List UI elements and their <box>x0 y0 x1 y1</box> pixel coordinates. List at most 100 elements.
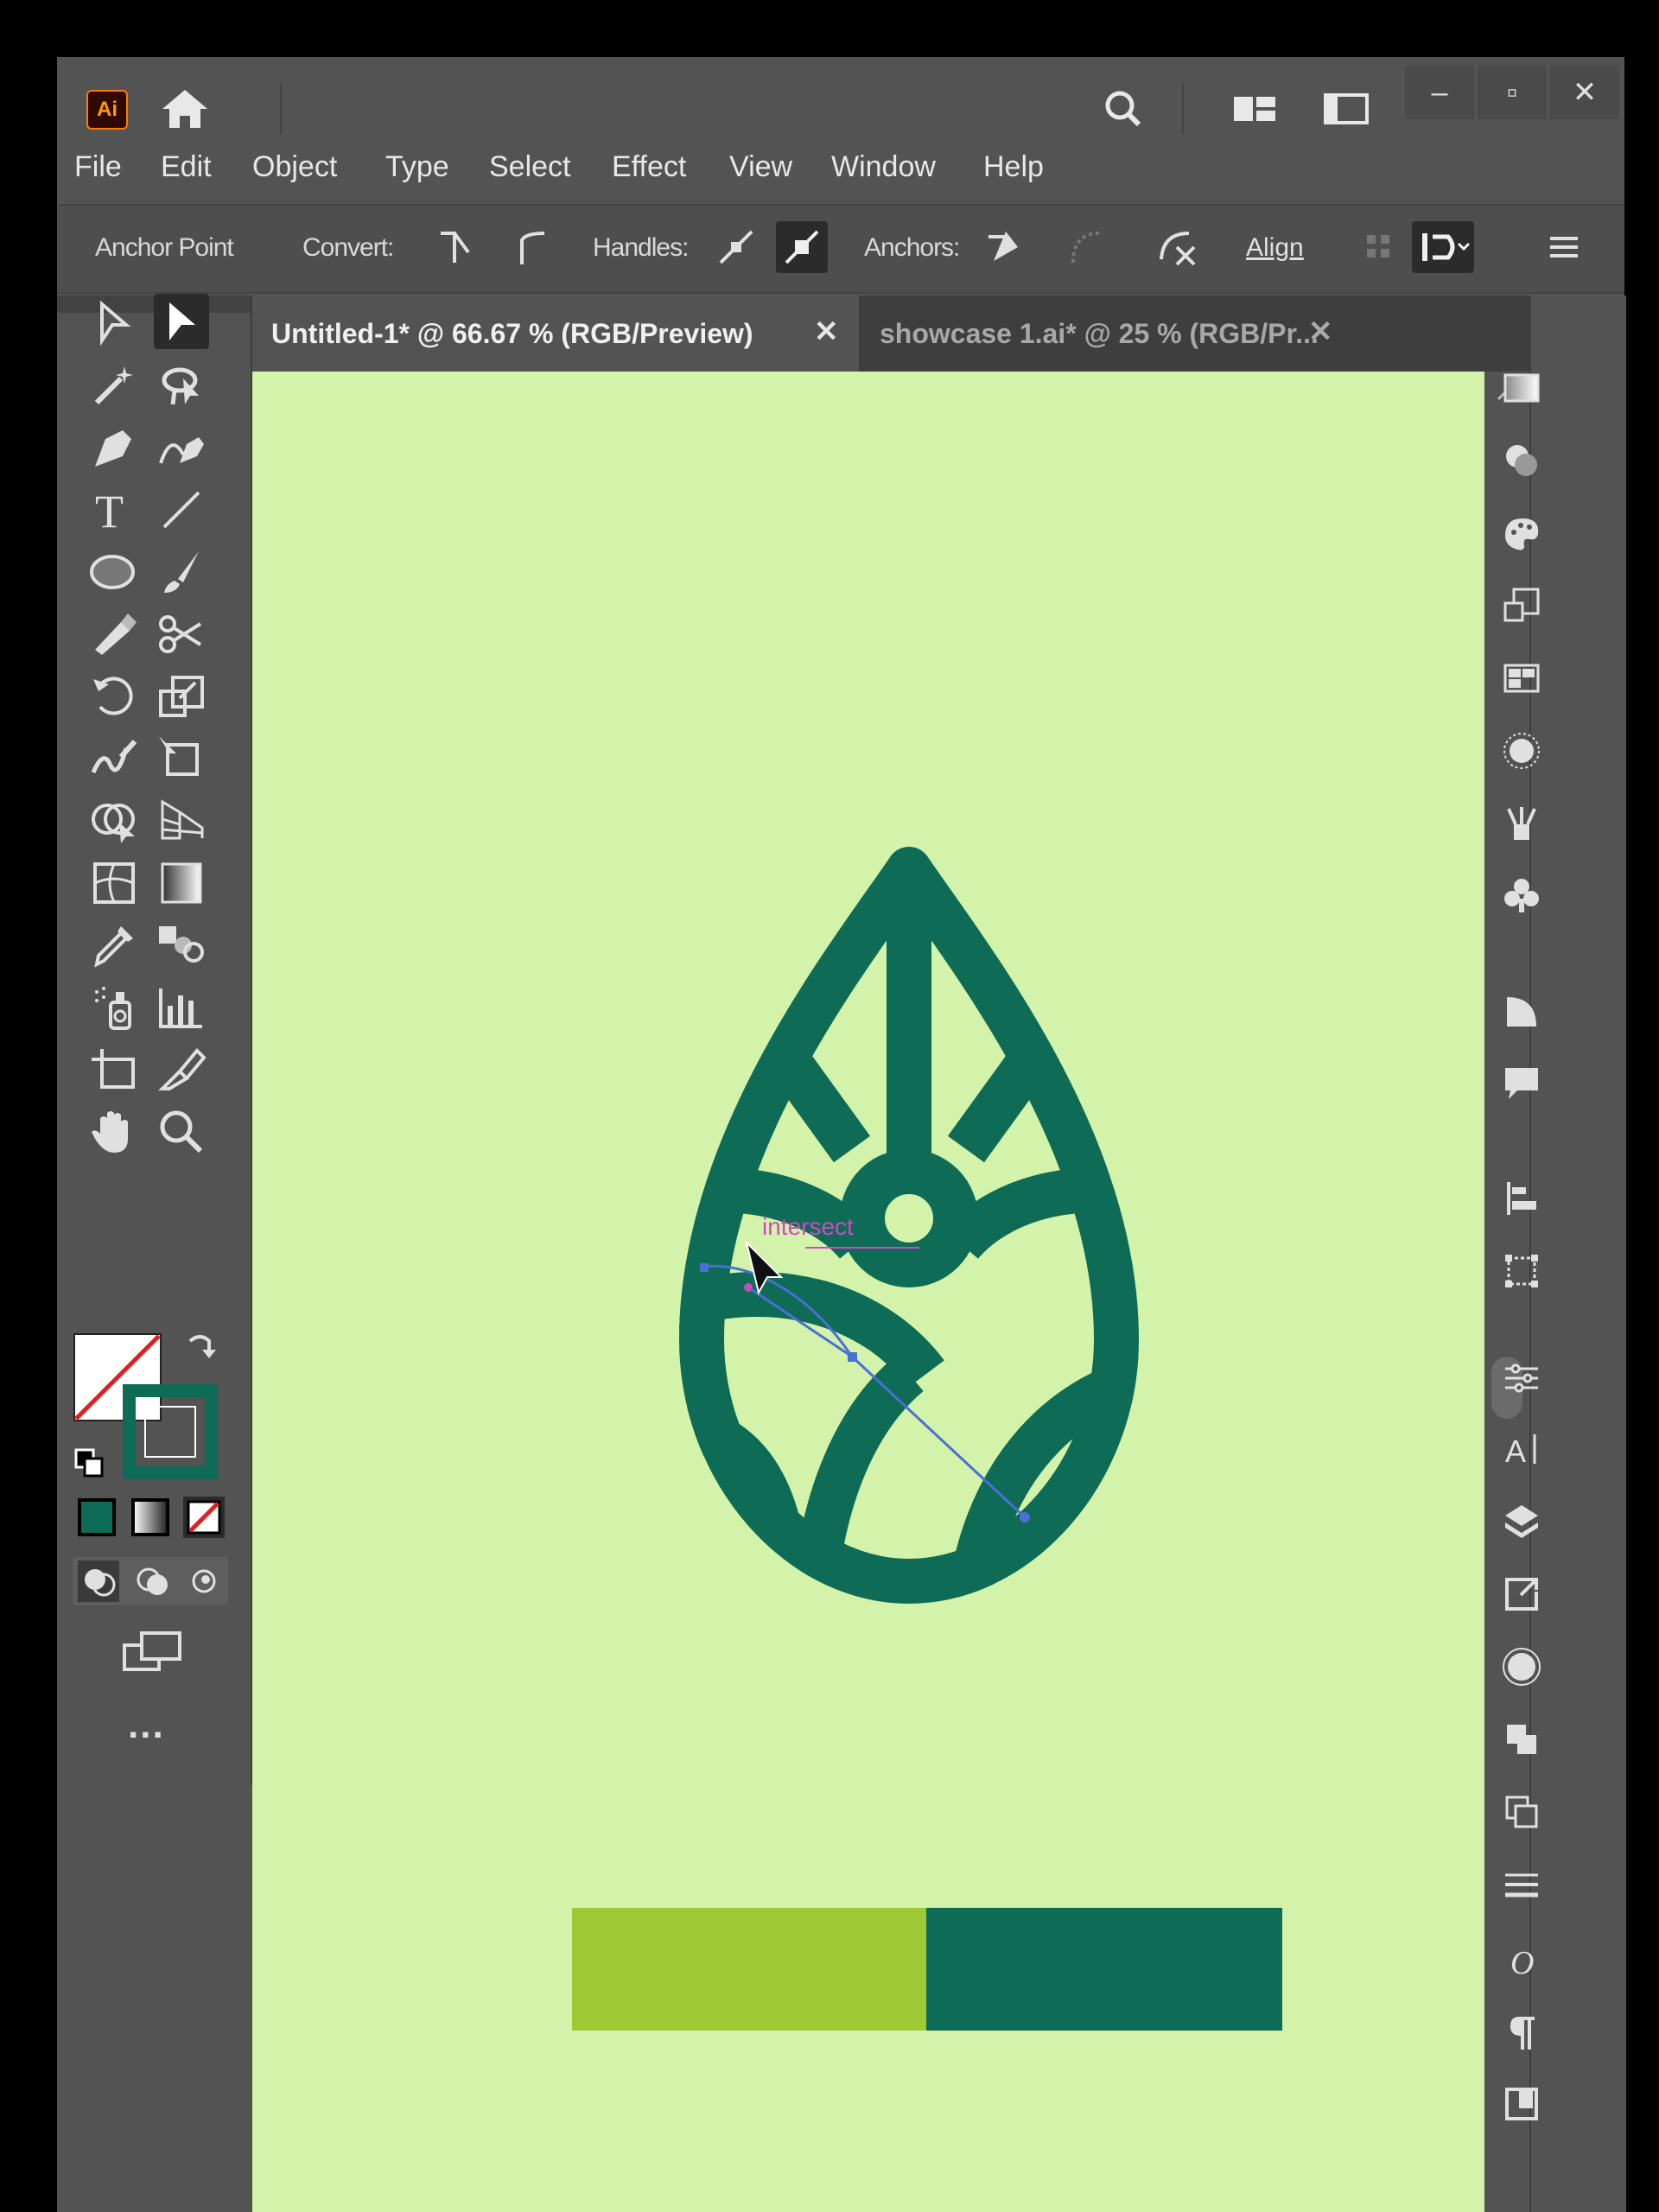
comments-panel-icon[interactable] <box>1500 1061 1543 1104</box>
color-swatch-green[interactable] <box>572 1908 926 2031</box>
color-swatch-dark-green[interactable] <box>926 1908 1282 2031</box>
divider <box>280 83 282 135</box>
color-guide-icon[interactable] <box>1500 512 1543 555</box>
mesh-tool-icon[interactable] <box>86 855 142 911</box>
panel-menu-icon[interactable] <box>1538 221 1590 273</box>
free-transform-tool-icon[interactable] <box>154 731 209 786</box>
stroke-panel-icon[interactable] <box>1500 1863 1543 1906</box>
remove-anchor-icon[interactable] <box>980 221 1032 273</box>
cut-path-icon[interactable] <box>1151 221 1203 273</box>
menu-window[interactable]: Window <box>831 150 936 184</box>
swap-fill-stroke-icon[interactable] <box>183 1329 218 1363</box>
close-button[interactable]: ✕ <box>1550 66 1619 119</box>
none-mode-icon[interactable] <box>183 1497 225 1538</box>
graphic-styles-icon[interactable] <box>1500 990 1543 1033</box>
symbols-club-icon[interactable] <box>1500 874 1543 918</box>
brushes-panel-icon[interactable] <box>1500 802 1543 845</box>
draw-normal-icon[interactable] <box>78 1560 119 1602</box>
minimize-button[interactable]: – <box>1405 66 1474 119</box>
align-to-selection-icon[interactable] <box>1412 221 1474 273</box>
draw-inside-icon[interactable] <box>183 1560 225 1602</box>
convert-smooth-icon[interactable] <box>506 221 558 273</box>
slice-tool-icon[interactable] <box>154 1042 209 1097</box>
artboard-tool-icon[interactable] <box>86 1042 142 1097</box>
handles-corner-icon[interactable] <box>710 221 762 273</box>
edit-toolbar-button[interactable]: ... <box>128 1704 165 1747</box>
pen-tool-icon[interactable] <box>86 420 142 475</box>
opentype-panel-icon[interactable]: O <box>1500 1939 1543 1982</box>
convert-label: Convert: <box>302 233 394 262</box>
rotate-tool-icon[interactable] <box>86 669 142 724</box>
lasso-tool-icon[interactable] <box>154 358 209 413</box>
menu-edit[interactable]: Edit <box>161 150 212 184</box>
artboard[interactable]: intersect <box>252 372 1484 2212</box>
warp-tool-icon[interactable] <box>86 731 142 786</box>
perspective-grid-tool-icon[interactable] <box>154 793 209 849</box>
direct-selection-tool-icon[interactable] <box>154 294 209 349</box>
properties-panel-icon[interactable] <box>1500 1357 1543 1400</box>
gradient-panel-icon[interactable] <box>1500 366 1543 410</box>
color-mode-icon[interactable] <box>76 1497 118 1538</box>
libraries-panel-icon[interactable] <box>1500 2082 1543 2126</box>
scale-tool-icon[interactable] <box>154 669 209 724</box>
close-icon[interactable]: ✕ <box>1308 315 1333 349</box>
handles-smooth-icon[interactable] <box>776 221 828 273</box>
menu-object[interactable]: Object <box>252 150 337 184</box>
line-segment-tool-icon[interactable] <box>154 482 209 537</box>
home-icon[interactable] <box>159 86 211 131</box>
align-link[interactable]: Align <box>1246 233 1304 263</box>
symbols-panel-icon[interactable] <box>1500 584 1543 627</box>
type-tool-icon[interactable]: T <box>86 482 142 537</box>
menu-file[interactable]: File <box>74 150 122 184</box>
zoom-tool-icon[interactable] <box>154 1104 209 1160</box>
menu-effect[interactable]: Effect <box>612 150 686 184</box>
draw-behind-icon[interactable] <box>131 1560 173 1602</box>
svg-text:T: T <box>95 486 124 537</box>
menu-help[interactable]: Help <box>983 150 1044 184</box>
default-fill-stroke-icon[interactable] <box>73 1446 107 1481</box>
character-panel-icon[interactable]: A <box>1500 1427 1543 1471</box>
tab-showcase-1[interactable]: showcase 1.ai* @ 25 % (RGB/Pr... ✕ <box>859 296 1339 372</box>
search-icon[interactable] <box>1096 83 1151 135</box>
menu-bar: File Edit Object Type Select Effect View… <box>57 143 1624 194</box>
shape-builder-tool-icon[interactable] <box>86 793 142 849</box>
scissors-tool-icon[interactable] <box>154 607 209 662</box>
swatches-panel-icon[interactable] <box>1500 657 1543 700</box>
artboards-panel-icon[interactable] <box>1500 1790 1543 1834</box>
hand-tool-icon[interactable] <box>86 1104 142 1160</box>
workspace-icon[interactable] <box>1319 83 1374 135</box>
curvature-tool-icon[interactable] <box>154 420 209 475</box>
control-bar-title: Anchor Point <box>95 233 234 262</box>
align-panel-icon[interactable] <box>1500 1177 1543 1220</box>
anchors-label: Anchors: <box>864 233 960 262</box>
magic-wand-tool-icon[interactable] <box>86 358 142 413</box>
gradient-mode-icon[interactable] <box>130 1497 171 1538</box>
ellipse-tool-icon[interactable] <box>86 544 142 600</box>
maximize-button[interactable]: ▫ <box>1478 66 1547 119</box>
screen-mode-icon[interactable] <box>118 1626 187 1678</box>
gradient-tool-icon[interactable] <box>154 855 209 911</box>
column-graph-tool-icon[interactable] <box>154 980 209 1035</box>
convert-corner-icon[interactable] <box>429 221 480 273</box>
stroke-swatch[interactable] <box>120 1382 220 1482</box>
shaper-tool-icon[interactable] <box>86 607 142 662</box>
transform-panel-icon[interactable] <box>1500 1249 1543 1293</box>
paintbrush-tool-icon[interactable] <box>154 544 209 600</box>
selection-tool-icon[interactable] <box>86 296 142 351</box>
menu-type[interactable]: Type <box>385 150 449 184</box>
menu-select[interactable]: Select <box>489 150 571 184</box>
pathfinder-circle-icon[interactable] <box>1500 1645 1543 1688</box>
eyedropper-tool-icon[interactable] <box>86 918 142 973</box>
symbol-sprayer-tool-icon[interactable] <box>86 980 142 1035</box>
blend-tool-icon[interactable] <box>154 918 209 973</box>
menu-view[interactable]: View <box>729 150 792 184</box>
layers-panel-icon[interactable] <box>1500 1500 1543 1543</box>
pathfinder-panel-icon[interactable] <box>1500 1718 1543 1761</box>
close-icon[interactable]: ✕ <box>814 315 839 349</box>
transparency-panel-icon[interactable] <box>1500 439 1543 482</box>
arrange-documents-icon[interactable] <box>1227 83 1282 135</box>
paragraph-panel-icon[interactable] <box>1500 2012 1543 2055</box>
appearance-panel-icon[interactable] <box>1500 729 1543 772</box>
export-panel-icon[interactable] <box>1500 1573 1543 1616</box>
tab-untitled-1[interactable]: Untitled-1* @ 66.67 % (RGB/Preview) ✕ <box>251 296 859 372</box>
